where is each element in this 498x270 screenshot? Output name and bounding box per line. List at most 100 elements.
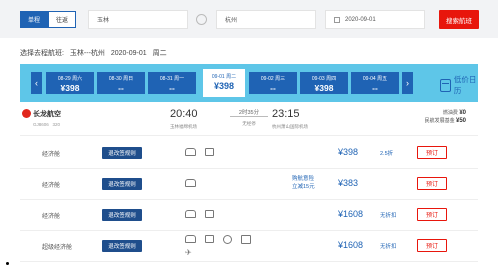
route-label: 选择去程航班: — [20, 50, 64, 57]
date-cell-price: ¥398 — [314, 83, 334, 93]
search-bar: 单程 往返 玉林 杭州 2020-09-01 搜索航班 — [0, 0, 498, 38]
date-cell[interactable]: 08-29 周六 ¥398 — [46, 72, 94, 94]
refund-rules-button[interactable]: 退改签规则 — [102, 209, 142, 221]
stop-info: 无经停 — [242, 121, 256, 126]
swap-cities-icon[interactable] — [196, 14, 207, 25]
book-button[interactable]: 预订 — [417, 239, 447, 252]
to-city-value: 杭州 — [225, 18, 238, 24]
departure-time: 20:40 — [170, 108, 198, 120]
calendar-icon — [334, 16, 340, 23]
fare-row: 经济舱 退改签规则 ¥1608 无折扣 预订 — [20, 200, 478, 231]
route-path: 玉林---杭州 — [69, 50, 105, 57]
baggage-icon[interactable] — [205, 235, 214, 243]
fuel-fee-label: 燃油费 — [442, 110, 458, 116]
fees-info: 燃油费 ¥0 民航发展基金 ¥50 — [425, 109, 466, 125]
date-cell-price: -- — [372, 83, 378, 93]
meal-icon[interactable] — [185, 148, 196, 156]
date-cell-date: 08-31 周一 — [159, 76, 185, 82]
fuel-fee-value: ¥0 — [459, 110, 466, 116]
date-cell-price: ¥398 — [213, 81, 235, 91]
search-flights-button[interactable]: 搜索航班 — [439, 10, 479, 29]
insurance-promo: 购航意险 立减15元 — [292, 175, 315, 191]
arrival-time: 23:15 — [272, 108, 300, 120]
entertainment-icon[interactable] — [241, 235, 251, 244]
amenity-icons — [185, 148, 214, 156]
fare-price: ¥1608 — [338, 209, 364, 219]
meal-icon[interactable] — [185, 179, 196, 187]
book-button[interactable]: 预订 — [417, 146, 447, 159]
departure-date-input[interactable]: 2020-09-01 — [325, 10, 425, 29]
date-cell-date: 09-04 周五 — [362, 76, 388, 82]
route-summary: 选择去程航班: 玉林---杭州 2020-09-01 周二 — [20, 48, 171, 58]
date-strip: ‹ 08-29 周六 ¥398 08-30 周日 -- 08-31 周一 -- 09-01 … — [20, 64, 478, 102]
cabin-class: 经济舱 — [42, 214, 61, 220]
low-price-calendar-label: 低价日历 — [453, 75, 477, 95]
meal-icon[interactable] — [185, 210, 196, 218]
amenity-icons — [185, 210, 214, 218]
date-cell[interactable]: 09-01 周二 ¥398 — [202, 68, 246, 98]
refund-rules-button[interactable]: 退改签规则 — [102, 240, 142, 252]
fare-price: ¥383 — [338, 178, 359, 188]
bullet-dot — [6, 262, 9, 265]
date-cell[interactable]: 09-04 周五 -- — [351, 72, 399, 94]
date-cell-date: 08-30 周日 — [108, 76, 134, 82]
cabin-class: 经济舱 — [42, 152, 61, 158]
chevron-left-icon[interactable]: ‹ — [31, 72, 42, 94]
date-cell-price: -- — [270, 83, 276, 93]
flight-no-value: GJ8606 — [33, 122, 49, 127]
cabin-class: 经济舱 — [42, 183, 61, 189]
chevron-right-icon[interactable]: › — [402, 72, 413, 94]
date-cell[interactable]: 09-02 周三 -- — [249, 72, 297, 94]
from-city-value: 玉林 — [97, 18, 110, 24]
aircraft-type: 320 — [52, 122, 61, 127]
fare-discount: 无折扣 — [380, 244, 397, 250]
date-cell-price: -- — [169, 83, 175, 93]
date-cell[interactable]: 09-03 周四 ¥398 — [300, 72, 348, 94]
amenity-icons — [185, 179, 196, 187]
to-city-input[interactable]: 杭州 — [216, 10, 316, 29]
dev-fund-label: 民航发展基金 — [424, 118, 455, 124]
promo-line-1: 购航意险 — [292, 176, 315, 182]
date-cell[interactable]: 08-31 周一 -- — [148, 72, 196, 94]
calendar-icon — [440, 78, 451, 92]
fare-discount: 无折扣 — [380, 213, 397, 219]
low-price-calendar-button[interactable]: 低价日历 — [440, 74, 478, 96]
power-icon[interactable] — [223, 235, 232, 244]
airline-logo-icon — [22, 109, 31, 118]
date-cell-date: 08-29 周六 — [57, 76, 83, 82]
plane-icon[interactable]: ✈ — [185, 249, 192, 257]
refund-rules-button[interactable]: 退改签规则 — [102, 178, 142, 190]
fare-discount: 2.5折 — [380, 151, 394, 157]
book-button[interactable]: 预订 — [417, 177, 447, 190]
tab-oneway[interactable]: 单程 — [20, 11, 48, 28]
date-cell[interactable]: 08-30 周日 -- — [97, 72, 145, 94]
fare-price: ¥1608 — [338, 240, 364, 250]
route-date: 2020-09-01 — [110, 50, 147, 57]
book-button[interactable]: 预订 — [417, 208, 447, 221]
fare-row: 经济舱 退改签规则 ¥398 2.5折 预订 — [20, 138, 478, 169]
amenity-icons: ✈ — [185, 235, 260, 257]
flight-summary: 长龙航空 GJ8606 320 20:40 玉林福绵机场 2时35分 无经停 2… — [20, 104, 478, 136]
meal-icon[interactable] — [185, 235, 196, 243]
fare-row: 经济舱 退改签规则 购航意险 立减15元 ¥383 预订 — [20, 169, 478, 200]
refund-rules-button[interactable]: 退改签规则 — [102, 147, 142, 159]
fare-price: ¥398 — [338, 147, 359, 157]
departure-date-value: 2020-09-01 — [345, 16, 376, 23]
date-cell-price: ¥398 — [60, 83, 80, 93]
fare-row: 超级经济舱 退改签规则 ✈ ¥1608 无折扣 预订 — [20, 231, 478, 262]
from-city-input[interactable]: 玉林 — [88, 10, 188, 29]
duration-line — [230, 116, 268, 117]
flight-duration: 2时35分 — [238, 110, 260, 116]
airline-name: 长龙航空 — [33, 111, 61, 118]
baggage-icon[interactable] — [205, 148, 214, 156]
date-cell-date: 09-01 周二 — [211, 74, 237, 80]
flight-number: GJ8606 320 — [33, 122, 60, 127]
date-cell-date: 09-02 周三 — [260, 76, 286, 82]
tab-roundtrip[interactable]: 往返 — [48, 11, 76, 28]
dev-fund-value: ¥50 — [455, 118, 466, 124]
date-cell-price: -- — [118, 83, 124, 93]
route-weekday: 周二 — [152, 50, 167, 57]
departure-airport: 玉林福绵机场 — [170, 124, 197, 129]
baggage-icon[interactable] — [205, 210, 214, 218]
cabin-class: 超级经济舱 — [42, 245, 73, 251]
